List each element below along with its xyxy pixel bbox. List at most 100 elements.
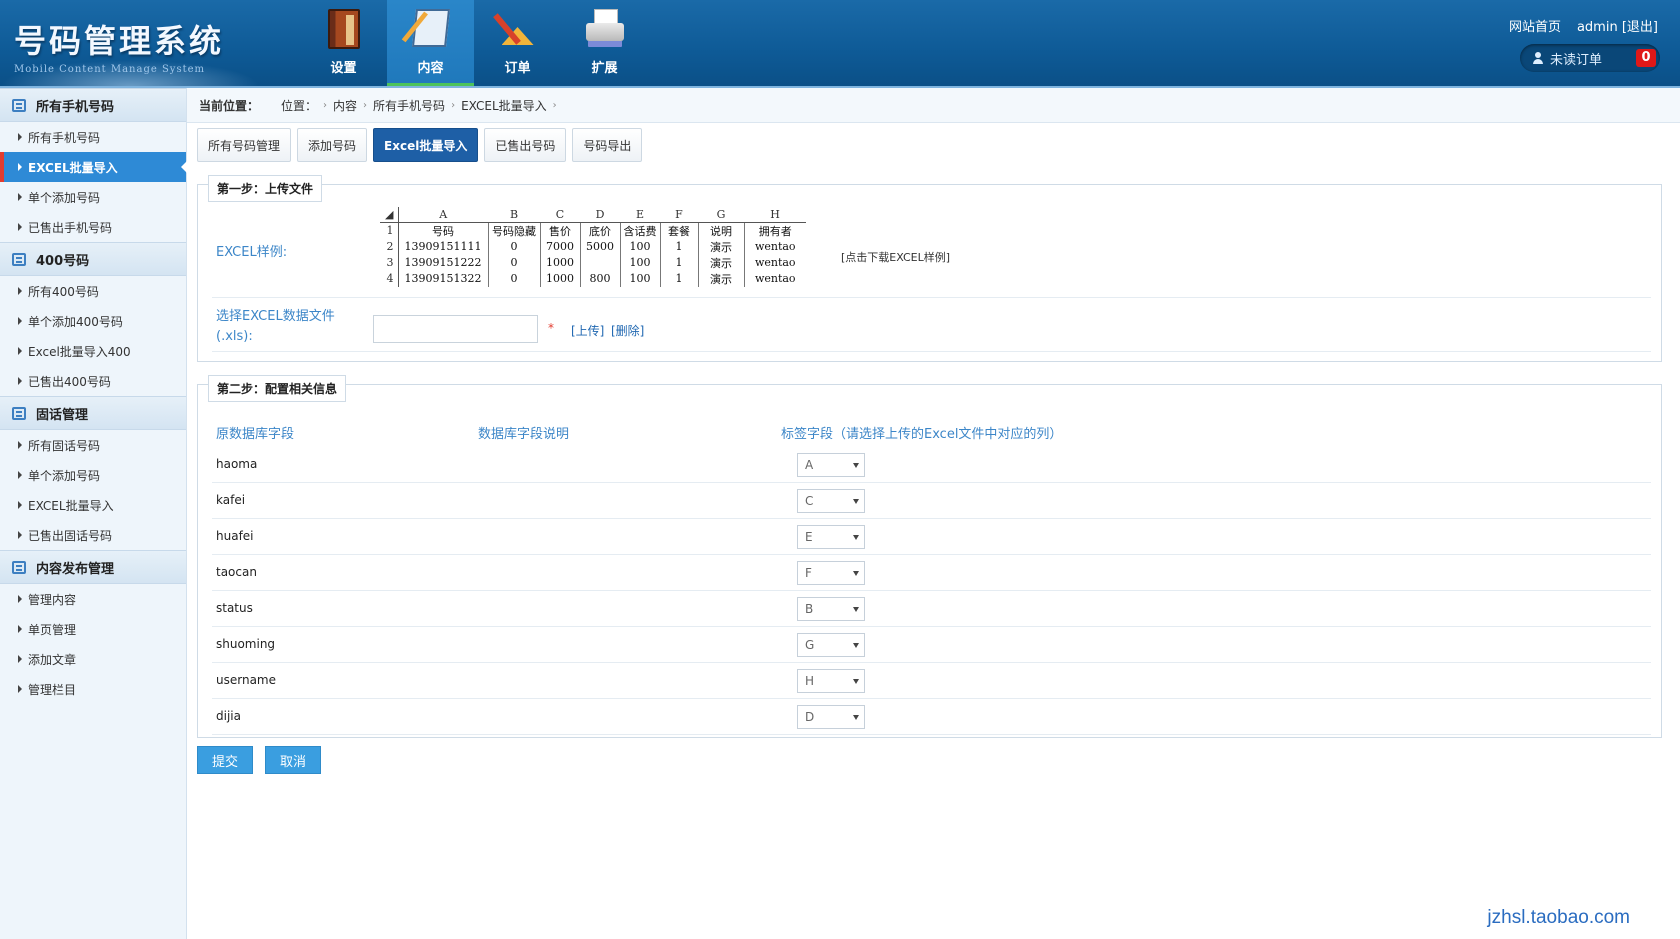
step1-legend: 第一步：上传文件 xyxy=(208,175,323,202)
excel-cell: 演示 xyxy=(697,254,744,271)
excel-row: 1 号码 号码隐藏 售价 底价 含话费 套餐 说明 拥有者 xyxy=(380,222,806,239)
tab-excel-import[interactable]: Excel批量导入 xyxy=(373,128,479,162)
excel-cell: 拥有者 xyxy=(743,222,806,239)
sidebar-item-import-400[interactable]: Excel批量导入400 xyxy=(0,336,186,366)
sidebar-group-mobile[interactable]: 所有手机号码 xyxy=(0,88,186,122)
column-select-dijia[interactable]: D xyxy=(797,705,865,729)
field-row-kafei: kafei C xyxy=(212,483,1651,519)
nav-label: 设置 xyxy=(330,61,357,76)
sidebar-group-title: 所有手机号码 xyxy=(36,99,115,115)
breadcrumb-item[interactable]: EXCEL批量导入 xyxy=(461,97,547,114)
tab-export-numbers[interactable]: 号码导出 xyxy=(572,128,643,162)
sidebar-item-all-landline[interactable]: 所有固话号码 xyxy=(0,430,186,460)
excel-cell: 0 xyxy=(487,254,540,271)
excel-cell: 1 xyxy=(659,254,698,271)
upload-link[interactable]: [上传] xyxy=(571,322,604,339)
sidebar-item-add-mobile[interactable]: 单个添加号码 xyxy=(0,182,186,212)
field-name: status xyxy=(216,601,253,615)
col-header-db-field: 原数据库字段 xyxy=(216,427,295,442)
top-header: 号码管理系统 Mobile Content Manage System 设置 内… xyxy=(0,0,1680,88)
sidebar-item-sold-landline[interactable]: 已售出固话号码 xyxy=(0,520,186,550)
sidebar-item-add-400[interactable]: 单个添加400号码 xyxy=(0,306,186,336)
dropdown-arrow-icon xyxy=(853,535,859,540)
required-mark: * xyxy=(548,321,554,335)
breadcrumb-current-label: 当前位置： xyxy=(199,98,260,113)
sidebar-group-content[interactable]: 内容发布管理 xyxy=(0,550,186,584)
tab-add-number[interactable]: 添加号码 xyxy=(297,128,368,162)
sidebar-item-manage-content[interactable]: 管理内容 xyxy=(0,584,186,614)
excel-cell: 演示 xyxy=(697,270,744,287)
sidebar-group-title: 内容发布管理 xyxy=(36,561,115,577)
sidebar-item-all-400[interactable]: 所有400号码 xyxy=(0,276,186,306)
sidebar-item-add-landline[interactable]: 单个添加号码 xyxy=(0,460,186,490)
sidebar-group-400[interactable]: 400号码 xyxy=(0,242,186,276)
list-icon xyxy=(12,560,26,574)
excel-sample-table: ◢ A B C D E F G H 1 号码 号码隐藏 售价 底价 含话费 套餐… xyxy=(380,207,806,287)
logout-link[interactable]: [退出] xyxy=(1622,20,1658,35)
submit-button[interactable]: 提交 xyxy=(197,746,254,774)
nav-extend[interactable]: 扩展 xyxy=(561,0,648,88)
column-select-status[interactable]: B xyxy=(797,597,865,621)
file-input[interactable] xyxy=(373,315,538,343)
logo-subtitle: Mobile Content Manage System xyxy=(14,64,205,75)
column-select-haoma[interactable]: A xyxy=(797,453,865,477)
nav-label: 订单 xyxy=(504,61,531,76)
select-value: D xyxy=(805,710,815,724)
unread-orders-label: 未读订单 xyxy=(1550,52,1603,68)
excel-cell: 13909151222 xyxy=(397,254,488,271)
column-select-kafei[interactable]: C xyxy=(797,489,865,513)
sidebar-item-add-article[interactable]: 添加文章 xyxy=(0,644,186,674)
list-icon xyxy=(12,406,26,420)
select-value: G xyxy=(805,638,815,652)
excel-cell: 售价 xyxy=(539,222,580,239)
sidebar-group-landline[interactable]: 固话管理 xyxy=(0,396,186,430)
unread-orders[interactable]: 未读订单 0 xyxy=(1520,44,1660,72)
nav-settings[interactable]: 设置 xyxy=(300,0,387,88)
breadcrumb-item[interactable]: 内容 xyxy=(333,97,357,114)
site-home-link[interactable]: 网站首页 xyxy=(1509,16,1561,35)
column-select-shuoming[interactable]: G xyxy=(797,633,865,657)
excel-cell: 5000 xyxy=(579,238,620,255)
sidebar-item-manage-columns[interactable]: 管理栏目 xyxy=(0,674,186,704)
select-value: C xyxy=(805,494,814,508)
dropdown-arrow-icon xyxy=(853,715,859,720)
cancel-button[interactable]: 取消 xyxy=(265,746,322,774)
field-row-haoma: haoma A xyxy=(212,447,1651,483)
nav-orders[interactable]: 订单 xyxy=(474,0,561,88)
sidebar-item-excel-import[interactable]: EXCEL批量导入 xyxy=(0,152,187,182)
select-value: E xyxy=(805,530,813,544)
nav-content[interactable]: 内容 xyxy=(387,0,474,88)
download-sample-link[interactable]: [点击下载EXCEL样例] xyxy=(841,249,950,265)
excel-cell: 800 xyxy=(579,270,620,287)
excel-col-header: G xyxy=(698,207,744,223)
excel-col-header: A xyxy=(398,207,488,223)
sidebar-item-import-landline[interactable]: EXCEL批量导入 xyxy=(0,490,186,520)
breadcrumb-item[interactable]: 所有手机号码 xyxy=(373,97,445,114)
column-select-username[interactable]: H xyxy=(797,669,865,693)
col-header-excel-column: 标签字段（请选择上传的Excel文件中对应的列） xyxy=(781,427,1063,442)
field-name: kafei xyxy=(216,493,246,507)
dropdown-arrow-icon xyxy=(853,463,859,468)
tab-all-numbers[interactable]: 所有号码管理 xyxy=(197,128,292,162)
sidebar-item-all-mobile[interactable]: 所有手机号码 xyxy=(0,122,186,152)
select-value: H xyxy=(805,674,815,688)
excel-cell: 1000 xyxy=(539,270,580,287)
select-value: F xyxy=(805,566,812,580)
field-name: haoma xyxy=(216,457,258,471)
select-value: A xyxy=(805,458,814,472)
sidebar-item-sold-400[interactable]: 已售出400号码 xyxy=(0,366,186,396)
column-select-huafei[interactable]: E xyxy=(797,525,865,549)
column-select-taocan[interactable]: F xyxy=(797,561,865,585)
sidebar-item-single-page[interactable]: 单页管理 xyxy=(0,614,186,644)
field-row-username: username H xyxy=(212,663,1651,699)
sidebar-item-sold-mobile[interactable]: 已售出手机号码 xyxy=(0,212,186,242)
field-name: taocan xyxy=(216,565,257,579)
excel-cell: wentao xyxy=(743,254,806,271)
field-row-status: status B xyxy=(212,591,1651,627)
delete-link[interactable]: [删除] xyxy=(611,322,644,339)
excel-cell: 0 xyxy=(487,270,540,287)
nav-label: 扩展 xyxy=(591,61,618,76)
field-name: shuoming xyxy=(216,637,276,651)
excel-cell: 底价 xyxy=(579,222,620,239)
tab-sold-numbers[interactable]: 已售出号码 xyxy=(484,128,567,162)
